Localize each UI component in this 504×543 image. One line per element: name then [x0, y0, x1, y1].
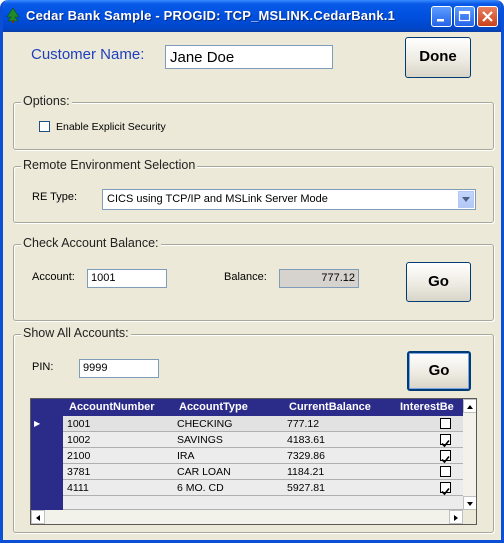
dropdown-arrow-button[interactable] [458, 191, 474, 208]
account-number-cell: 1002 [67, 434, 91, 446]
chevron-left-icon [36, 515, 40, 521]
scroll-right-button[interactable] [449, 510, 463, 524]
account-number-cell: 3781 [67, 466, 91, 478]
account-input[interactable]: 1001 [87, 269, 167, 288]
account-type-cell: 6 MO. CD [177, 482, 224, 494]
title-bar[interactable]: Cedar Bank Sample - PROGID: TCP_MSLINK.C… [3, 0, 501, 32]
account-number-cell: 4111 [67, 482, 89, 494]
app-window: Cedar Bank Sample - PROGID: TCP_MSLINK.C… [0, 0, 504, 543]
account-type-cell: IRA [177, 450, 195, 462]
checkmark-icon [441, 455, 450, 464]
table-row-partial[interactable] [63, 496, 463, 510]
account-number-cell: 2100 [67, 450, 91, 462]
balance-value: 777.12 [279, 269, 359, 288]
account-number-cell: 1001 [67, 418, 91, 430]
scroll-down-button[interactable] [463, 496, 476, 510]
explicit-security-checkbox[interactable] [39, 121, 50, 132]
current-balance-cell: 1184.21 [287, 466, 325, 478]
table-row[interactable]: 4111 6 MO. CD 5927.81 [63, 480, 463, 496]
current-balance-cell: 4183.61 [287, 434, 325, 446]
chevron-right-icon [454, 515, 458, 521]
check-balance-title: Check Account Balance: [21, 236, 161, 250]
scrollbar-corner [463, 510, 476, 524]
current-balance-cell: 7329.86 [287, 450, 325, 462]
checkmark-icon [441, 487, 450, 496]
maximize-icon [458, 10, 471, 22]
column-header-interest-bearing[interactable]: InterestBe [400, 401, 454, 413]
minimize-icon [437, 19, 444, 22]
tree-icon [6, 8, 20, 23]
column-header-account-number[interactable]: AccountNumber [69, 401, 155, 413]
column-header-current-balance[interactable]: CurrentBalance [289, 401, 371, 413]
table-row[interactable]: 2100 IRA 7329.86 [63, 448, 463, 464]
client-area: Customer Name: Jane Doe Done Options: En… [3, 32, 501, 540]
minimize-button[interactable] [431, 6, 452, 27]
balance-label: Balance: [224, 271, 267, 283]
customer-name-label: Customer Name: [31, 46, 145, 63]
remote-environment-group: Remote Environment Selection RE Type: CI… [13, 158, 494, 223]
row-selector-column[interactable]: ▶ [31, 416, 63, 512]
table-row[interactable]: 1002 SAVINGS 4183.61 [63, 432, 463, 448]
show-accounts-title: Show All Accounts: [21, 326, 131, 340]
grid-header: AccountNumber AccountType CurrentBalance… [31, 399, 463, 416]
account-label: Account: [32, 271, 75, 283]
maximize-button[interactable] [454, 6, 475, 27]
table-row[interactable]: 3781 CAR LOAN 1184.21 [63, 464, 463, 480]
checkmark-icon [441, 439, 450, 448]
re-type-value: CICS using TCP/IP and MSLink Server Mode [107, 193, 328, 205]
interest-bearing-checkbox[interactable] [440, 466, 451, 477]
current-balance-cell: 777.12 [287, 418, 320, 430]
explicit-security-label: Enable Explicit Security [56, 121, 166, 133]
chevron-down-icon [467, 502, 473, 506]
check-balance-go-button[interactable]: Go [406, 262, 471, 302]
interest-bearing-checkbox[interactable] [440, 482, 451, 496]
current-row-arrow-icon: ▶ [34, 419, 41, 428]
pin-label: PIN: [32, 361, 54, 373]
pin-input[interactable]: 9999 [79, 359, 159, 378]
re-type-label: RE Type: [32, 191, 78, 203]
check-balance-group: Check Account Balance: Account: 1001 Bal… [13, 236, 494, 321]
re-type-select[interactable]: CICS using TCP/IP and MSLink Server Mode [102, 189, 476, 210]
remote-environment-title: Remote Environment Selection [21, 158, 198, 172]
interest-bearing-checkbox[interactable] [440, 434, 451, 448]
close-icon [482, 11, 493, 22]
column-header-account-type[interactable]: AccountType [179, 401, 248, 413]
vertical-scrollbar[interactable] [463, 399, 476, 510]
close-button[interactable] [477, 6, 498, 27]
horizontal-scrollbar[interactable] [31, 510, 463, 524]
done-button[interactable]: Done [405, 37, 471, 78]
show-accounts-go-button[interactable]: Go [407, 351, 471, 391]
chevron-up-icon [467, 405, 473, 409]
options-title: Options: [21, 94, 72, 108]
account-type-cell: CAR LOAN [177, 466, 231, 478]
customer-name-input[interactable]: Jane Doe [165, 45, 333, 69]
table-row[interactable]: 1001 CHECKING 777.12 [63, 416, 463, 432]
accounts-grid[interactable]: AccountNumber AccountType CurrentBalance… [30, 398, 477, 525]
scroll-up-button[interactable] [463, 399, 476, 413]
account-type-cell: CHECKING [177, 418, 233, 430]
interest-bearing-checkbox[interactable] [440, 450, 451, 464]
current-balance-cell: 5927.81 [287, 482, 325, 494]
chevron-down-icon [462, 197, 470, 202]
scroll-left-button[interactable] [31, 510, 45, 524]
options-group: Options: Enable Explicit Security [13, 94, 494, 150]
window-title: Cedar Bank Sample - PROGID: TCP_MSLINK.C… [26, 8, 396, 23]
interest-bearing-checkbox[interactable] [440, 418, 451, 429]
account-type-cell: SAVINGS [177, 434, 223, 446]
